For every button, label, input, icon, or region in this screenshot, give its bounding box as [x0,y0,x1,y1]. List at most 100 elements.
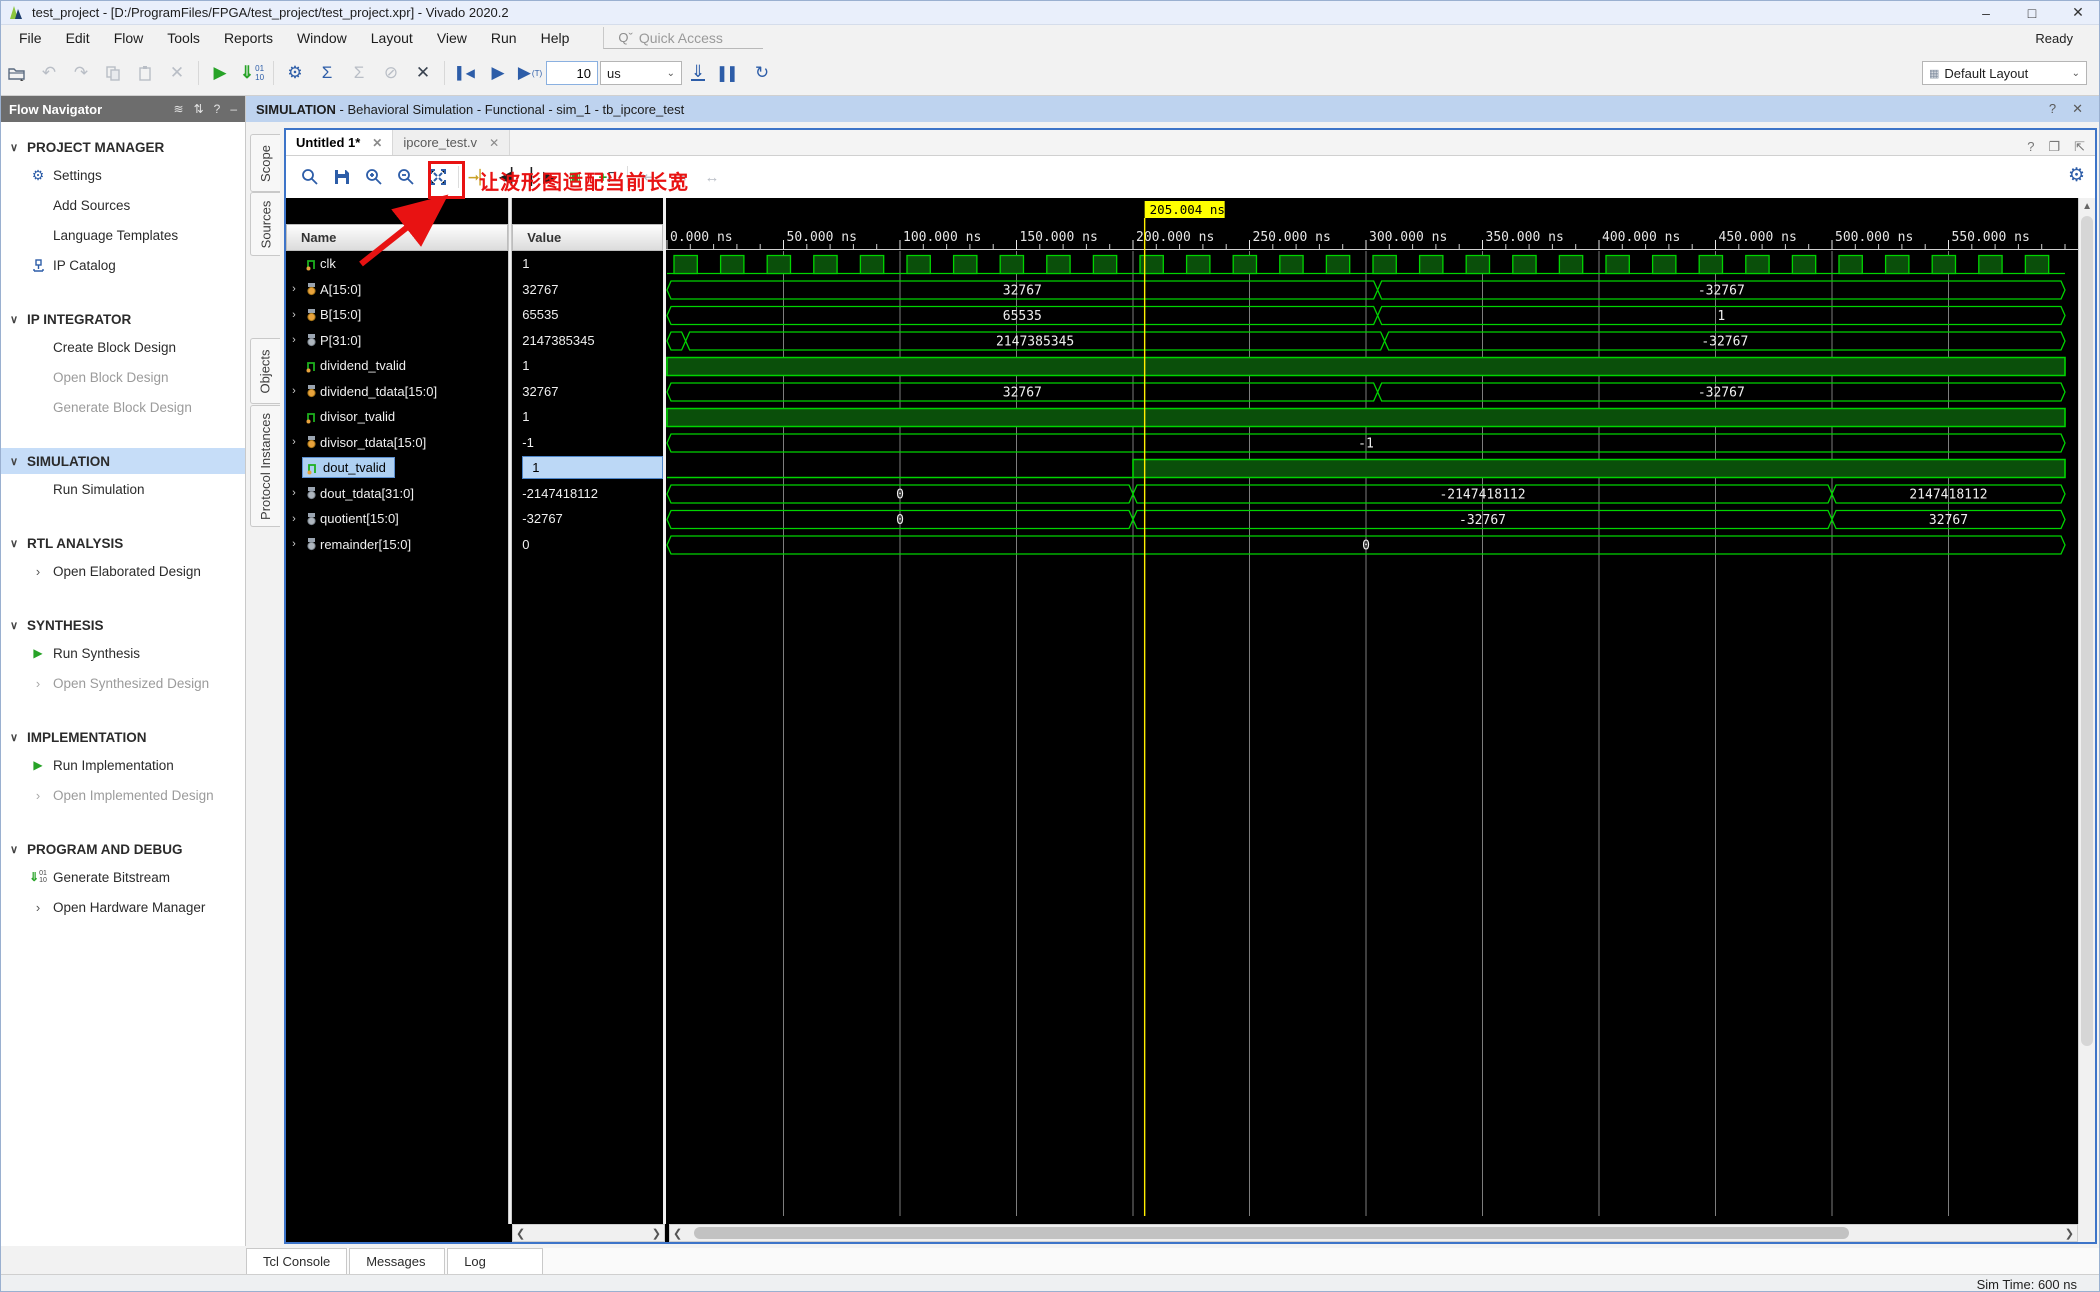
scroll-right-arrow-icon[interactable]: ❯ [2065,1227,2074,1240]
chevron-down-icon[interactable]: ∨ [1,313,27,326]
section-rtl-analysis[interactable]: ∨ RTL ANALYSIS [1,530,245,556]
signal-value-row[interactable]: 1 [512,455,664,481]
wave-plot-area[interactable]: 0.000 ns 50.000 ns 100.000 ns 150.000 ns 200… [666,198,2079,1224]
nav-item-run-synthesis[interactable]: ▶ Run Synthesis [1,638,245,668]
signal-value-row[interactable]: -32767 [512,506,663,532]
section-project-manager[interactable]: ∨ PROJECT MANAGER [1,134,245,160]
close-icon[interactable]: ✕ [372,136,382,150]
signal-name-row[interactable]: › P[31:0] [286,328,508,354]
step-button[interactable]: ⇓ [683,58,713,88]
tab-ipcore_testv[interactable]: ipcore_test.v ✕ [393,130,511,155]
restart-simulation-button[interactable]: ▌◀ [451,58,481,88]
signal-value-row[interactable]: 1 [512,353,663,379]
scroll-left-arrow-icon[interactable]: ❮ [516,1227,525,1240]
signal-name-row[interactable]: › quotient[15:0] [286,506,508,532]
value-column-scrollbar[interactable]: ❮ ❯ [512,1224,665,1242]
menu-run[interactable]: Run [479,27,529,49]
run-time-unit-select[interactable]: us ⌄ [600,61,682,85]
signal-name-row[interactable]: › B[15:0] [286,302,508,328]
side-tab-protocol-instances[interactable]: Protocol Instances [250,405,280,527]
close-icon[interactable]: ✕ [2072,101,2083,117]
nav-item-run-simulation[interactable]: Run Simulation [1,474,245,504]
minimize-button[interactable]: – [1963,1,2009,24]
side-tab-scope[interactable]: Scope [250,134,280,192]
search-icon[interactable] [296,163,324,191]
pause-button[interactable]: ▌▌ [715,58,745,88]
signal-value-row[interactable]: 65535 [512,302,663,328]
float-icon[interactable]: ❐ [2048,139,2060,155]
open-file-button[interactable] [2,58,32,88]
chevron-down-icon[interactable]: ∨ [1,731,27,744]
menu-help[interactable]: Help [529,27,582,49]
signal-value-row[interactable]: 32767 [512,379,663,405]
console-tab-log[interactable]: Log [447,1248,544,1274]
nav-item-open-elaborated-design[interactable]: › Open Elaborated Design [1,556,245,586]
close-icon[interactable]: ✕ [489,136,499,150]
value-column-header[interactable]: Value [512,224,664,251]
run-time-input[interactable] [546,61,598,85]
console-tab-tcl-console[interactable]: Tcl Console [246,1248,348,1274]
waveform-svg[interactable]: 0.000 ns 50.000 ns 100.000 ns 150.000 ns 200… [666,198,2079,1224]
menu-window[interactable]: Window [285,27,359,49]
quick-access-search[interactable]: Qˇ Quick Access [603,27,764,49]
run-all-button[interactable]: ▶ [483,58,513,88]
section-ip-integrator[interactable]: ∨ IP INTEGRATOR [1,306,245,332]
menu-file[interactable]: File [7,27,54,49]
signal-name-row[interactable]: divisor_tvalid [286,404,508,430]
chevron-down-icon[interactable]: ∨ [1,843,27,856]
maximize-button[interactable]: □ [2009,1,2055,24]
signal-name-row[interactable]: dividend_tvalid [286,353,508,379]
nav-item-create-block-design[interactable]: Create Block Design [1,332,245,362]
section-simulation[interactable]: ∨ SIMULATION [1,448,245,474]
signal-name-row[interactable]: › dout_tdata[31:0] [286,481,508,507]
signal-name-row[interactable]: › remainder[15:0] [286,532,508,558]
signal-name-row[interactable]: › divisor_tdata[15:0] [286,430,508,456]
section-implementation[interactable]: ∨ IMPLEMENTATION [1,724,245,750]
scroll-left-arrow-icon[interactable]: ❮ [673,1227,682,1240]
signal-value-row[interactable]: -1 [512,430,663,456]
nav-item-run-implementation[interactable]: ▶ Run Implementation [1,750,245,780]
scroll-right-arrow-icon[interactable]: ❯ [652,1227,661,1240]
signal-value-row[interactable]: 32767 [512,277,663,303]
menu-view[interactable]: View [425,27,479,49]
run-for-time-button[interactable]: ▶ (T) [515,58,545,88]
nav-item-open-hardware-manager[interactable]: › Open Hardware Manager [1,892,245,922]
signal-value-row[interactable]: 1 [512,404,663,430]
collapse-all-icon[interactable]: ≋ [174,102,184,116]
scroll-up-arrow-icon[interactable]: ▲ [2079,198,2095,214]
expand-chevron-icon[interactable]: › [286,487,302,499]
menu-edit[interactable]: Edit [54,27,102,49]
expand-collapse-icon[interactable]: ⇅ [194,102,204,116]
expand-chevron-icon[interactable]: › [286,385,302,397]
nav-item-settings[interactable]: ⚙ Settings [1,160,245,190]
relaunch-button[interactable]: ↻ [747,58,777,88]
expand-chevron-icon[interactable]: › [286,309,302,321]
help-icon[interactable]: ? [2027,139,2034,155]
side-tab-objects[interactable]: Objects [250,338,280,404]
signal-value-row[interactable]: 1 [512,251,663,277]
chevron-down-icon[interactable]: ∨ [1,141,27,154]
signal-value-row[interactable]: -2147418112 [512,481,663,507]
tab-untitled-1[interactable]: Untitled 1* ✕ [286,130,394,155]
wave-horizontal-scrollbar[interactable]: ❮ ❯ [669,1224,2078,1242]
report-summary-button[interactable]: Σ [312,58,342,88]
chevron-down-icon[interactable]: ∨ [1,619,27,632]
nav-item-generate-bitstream[interactable]: ⇓ 01 10 Generate Bitstream [1,862,245,892]
section-program-and-debug[interactable]: ∨ PROGRAM AND DEBUG [1,836,245,862]
side-tab-sources[interactable]: Sources [250,192,280,256]
settings-gear-button[interactable]: ⚙ [280,58,310,88]
scrollbar-thumb[interactable] [2081,216,2093,1046]
menu-reports[interactable]: Reports [212,27,285,49]
chevron-down-icon[interactable]: ∨ [1,455,27,468]
menu-layout[interactable]: Layout [359,27,425,49]
chevron-down-icon[interactable]: ∨ [1,537,27,550]
signal-value-row[interactable]: 2147385345 [512,328,663,354]
maximize-icon[interactable]: ⇱ [2074,139,2085,155]
menu-tools[interactable]: Tools [155,27,212,49]
nav-item-language-templates[interactable]: Language Templates [1,220,245,250]
console-tab-messages[interactable]: Messages [349,1248,446,1274]
expand-chevron-icon[interactable]: › [286,436,302,448]
help-icon[interactable]: ? [214,102,221,116]
help-icon[interactable]: ? [2049,101,2056,117]
settings-gear-icon[interactable]: ⚙ [2068,164,2085,187]
